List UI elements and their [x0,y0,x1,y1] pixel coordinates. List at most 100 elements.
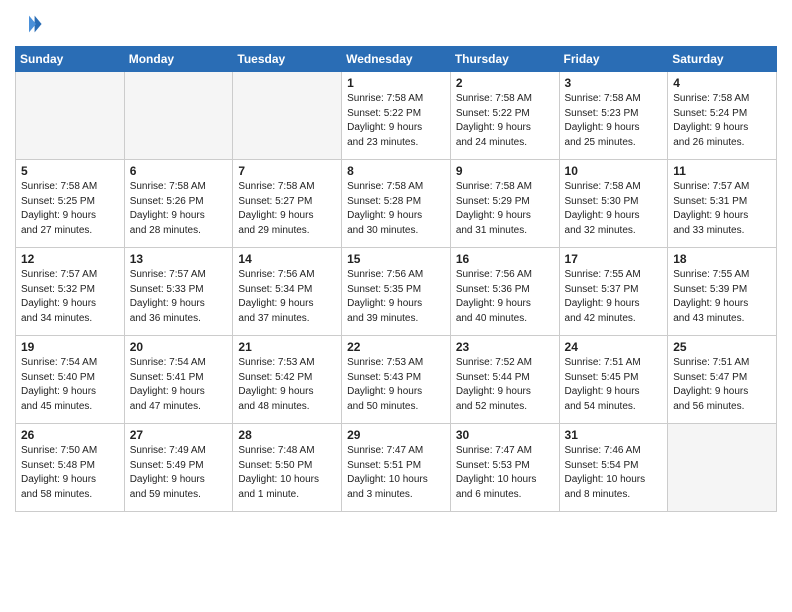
day-number: 28 [238,428,336,442]
calendar-cell: 11Sunrise: 7:57 AM Sunset: 5:31 PM Dayli… [668,160,777,248]
day-info: Sunrise: 7:58 AM Sunset: 5:30 PM Dayligh… [565,180,663,238]
day-info: Sunrise: 7:54 AM Sunset: 5:40 PM Dayligh… [21,356,119,414]
page: SundayMondayTuesdayWednesdayThursdayFrid… [0,0,792,612]
day-number: 18 [673,252,771,266]
calendar-cell: 6 Sunrise: 7:58 AM Sunset: 5:26 PM Daylig… [124,160,233,248]
day-number: 19 [21,340,119,354]
day-number: 24 [565,340,663,354]
day-number: 16 [456,252,554,266]
day-number: 12 [21,252,119,266]
calendar-cell: 9 Sunrise: 7:58 AM Sunset: 5:29 PM Daylig… [450,160,559,248]
day-number: 21 [238,340,336,354]
calendar-body: 1 Sunrise: 7:58 AM Sunset: 5:22 PM Daylig… [16,72,777,512]
calendar-week-row: 12Sunrise: 7:57 AM Sunset: 5:32 PM Dayli… [16,248,777,336]
calendar-cell: 8Sunrise: 7:58 AM Sunset: 5:28 PM Daylig… [342,160,451,248]
header-day: Sunday [16,47,125,72]
day-number: 5 [21,164,119,178]
calendar-cell [668,424,777,512]
day-number: 3 [565,76,663,90]
day-info: Sunrise: 7:58 AM Sunset: 5:25 PM Dayligh… [21,180,119,238]
calendar-cell: 25 Sunrise: 7:51 AM Sunset: 5:47 PM Dayli… [668,336,777,424]
header-day: Monday [124,47,233,72]
day-number: 8 [347,164,445,178]
day-info: Sunrise: 7:48 AM Sunset: 5:50 PM Dayligh… [238,444,336,502]
header-day: Saturday [668,47,777,72]
calendar-cell: 2 Sunrise: 7:58 AM Sunset: 5:22 PM Daylig… [450,72,559,160]
day-info: Sunrise: 7:47 AM Sunset: 5:53 PM Dayligh… [456,444,554,502]
calendar-cell: 17 Sunrise: 7:55 AM Sunset: 5:37 PM Dayli… [559,248,668,336]
calendar-cell: 18 Sunrise: 7:55 AM Sunset: 5:39 PM Dayli… [668,248,777,336]
day-info: Sunrise: 7:58 AM Sunset: 5:22 PM Dayligh… [456,92,554,150]
calendar-cell [233,72,342,160]
day-number: 2 [456,76,554,90]
day-info: Sunrise: 7:56 AM Sunset: 5:34 PM Dayligh… [238,268,336,326]
day-info: Sunrise: 7:54 AM Sunset: 5:41 PM Dayligh… [130,356,228,414]
calendar-week-row: 19 Sunrise: 7:54 AM Sunset: 5:40 PM Dayli… [16,336,777,424]
calendar-cell: 30 Sunrise: 7:47 AM Sunset: 5:53 PM Dayli… [450,424,559,512]
day-info: Sunrise: 7:55 AM Sunset: 5:39 PM Dayligh… [673,268,771,326]
day-number: 20 [130,340,228,354]
day-info: Sunrise: 7:46 AM Sunset: 5:54 PM Dayligh… [565,444,663,502]
day-number: 26 [21,428,119,442]
day-number: 22 [347,340,445,354]
calendar-cell: 1 Sunrise: 7:58 AM Sunset: 5:22 PM Daylig… [342,72,451,160]
day-info: Sunrise: 7:58 AM Sunset: 5:22 PM Dayligh… [347,92,445,150]
day-info: Sunrise: 7:51 AM Sunset: 5:47 PM Dayligh… [673,356,771,414]
calendar-cell: 12Sunrise: 7:57 AM Sunset: 5:32 PM Dayli… [16,248,125,336]
day-info: Sunrise: 7:55 AM Sunset: 5:37 PM Dayligh… [565,268,663,326]
day-info: Sunrise: 7:47 AM Sunset: 5:51 PM Dayligh… [347,444,445,502]
calendar-cell: 7 Sunrise: 7:58 AM Sunset: 5:27 PM Daylig… [233,160,342,248]
day-number: 17 [565,252,663,266]
calendar-cell: 10Sunrise: 7:58 AM Sunset: 5:30 PM Dayli… [559,160,668,248]
calendar-cell: 23 Sunrise: 7:52 AM Sunset: 5:44 PM Dayli… [450,336,559,424]
calendar-cell [124,72,233,160]
calendar-cell: 21 Sunrise: 7:53 AM Sunset: 5:42 PM Dayli… [233,336,342,424]
day-number: 7 [238,164,336,178]
day-number: 30 [456,428,554,442]
day-number: 27 [130,428,228,442]
header-day: Tuesday [233,47,342,72]
calendar-cell: 27Sunrise: 7:49 AM Sunset: 5:49 PM Dayli… [124,424,233,512]
day-number: 9 [456,164,554,178]
day-number: 4 [673,76,771,90]
calendar-cell: 19 Sunrise: 7:54 AM Sunset: 5:40 PM Dayli… [16,336,125,424]
calendar-cell: 5 Sunrise: 7:58 AM Sunset: 5:25 PM Daylig… [16,160,125,248]
logo-icon [15,10,43,38]
calendar-header: SundayMondayTuesdayWednesdayThursdayFrid… [16,47,777,72]
header-day: Thursday [450,47,559,72]
day-number: 14 [238,252,336,266]
day-info: Sunrise: 7:51 AM Sunset: 5:45 PM Dayligh… [565,356,663,414]
calendar-cell: 31 Sunrise: 7:46 AM Sunset: 5:54 PM Dayli… [559,424,668,512]
day-number: 23 [456,340,554,354]
day-info: Sunrise: 7:58 AM Sunset: 5:29 PM Dayligh… [456,180,554,238]
day-number: 31 [565,428,663,442]
day-info: Sunrise: 7:58 AM Sunset: 5:23 PM Dayligh… [565,92,663,150]
day-number: 13 [130,252,228,266]
calendar-cell: 26 Sunrise: 7:50 AM Sunset: 5:48 PM Dayli… [16,424,125,512]
calendar-week-row: 1 Sunrise: 7:58 AM Sunset: 5:22 PM Daylig… [16,72,777,160]
day-number: 1 [347,76,445,90]
day-number: 15 [347,252,445,266]
day-number: 25 [673,340,771,354]
calendar-cell: 13 Sunrise: 7:57 AM Sunset: 5:33 PM Dayli… [124,248,233,336]
calendar-cell: 22 Sunrise: 7:53 AM Sunset: 5:43 PM Dayli… [342,336,451,424]
day-info: Sunrise: 7:58 AM Sunset: 5:26 PM Dayligh… [130,180,228,238]
day-number: 11 [673,164,771,178]
header-day: Friday [559,47,668,72]
day-number: 6 [130,164,228,178]
day-info: Sunrise: 7:53 AM Sunset: 5:43 PM Dayligh… [347,356,445,414]
calendar-cell: 3 Sunrise: 7:58 AM Sunset: 5:23 PM Daylig… [559,72,668,160]
day-info: Sunrise: 7:53 AM Sunset: 5:42 PM Dayligh… [238,356,336,414]
day-info: Sunrise: 7:52 AM Sunset: 5:44 PM Dayligh… [456,356,554,414]
day-info: Sunrise: 7:58 AM Sunset: 5:27 PM Dayligh… [238,180,336,238]
day-info: Sunrise: 7:50 AM Sunset: 5:48 PM Dayligh… [21,444,119,502]
day-info: Sunrise: 7:56 AM Sunset: 5:35 PM Dayligh… [347,268,445,326]
calendar-cell: 24 Sunrise: 7:51 AM Sunset: 5:45 PM Dayli… [559,336,668,424]
calendar-cell: 14 Sunrise: 7:56 AM Sunset: 5:34 PM Dayli… [233,248,342,336]
day-info: Sunrise: 7:56 AM Sunset: 5:36 PM Dayligh… [456,268,554,326]
calendar-cell [16,72,125,160]
header [15,10,777,38]
day-info: Sunrise: 7:57 AM Sunset: 5:33 PM Dayligh… [130,268,228,326]
header-row: SundayMondayTuesdayWednesdayThursdayFrid… [16,47,777,72]
calendar-cell: 15 Sunrise: 7:56 AM Sunset: 5:35 PM Dayli… [342,248,451,336]
